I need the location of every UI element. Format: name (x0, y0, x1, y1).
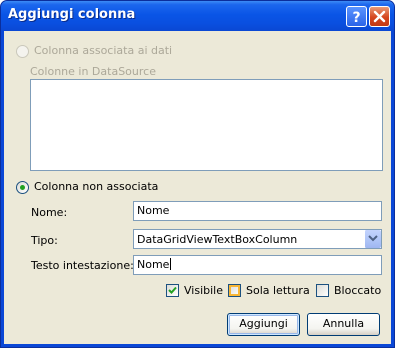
dialog-content: Colonna associata ai dati Colonne in Dat… (4, 31, 391, 344)
type-dropdown-button[interactable] (364, 230, 381, 248)
type-label: Tipo: (31, 234, 58, 247)
name-input[interactable]: Nome (133, 201, 382, 221)
header-text-label: Testo intestazione: (31, 259, 134, 272)
close-button[interactable] (369, 6, 390, 27)
window-title: Aggiungi colonna (8, 7, 136, 22)
checkmark-icon (168, 286, 177, 294)
datasource-columns-label: Colonne in DataSource (30, 65, 156, 78)
chevron-down-icon (368, 235, 378, 242)
visible-checkbox-label: Visibile (184, 284, 223, 297)
unbound-radio[interactable] (16, 181, 29, 194)
close-icon (373, 10, 386, 23)
name-label: Nome: (31, 206, 68, 219)
data-bound-radio[interactable] (16, 45, 29, 58)
svg-text:?: ? (352, 10, 360, 26)
text-caret (170, 258, 172, 270)
readonly-checkbox-label: Sola lettura (246, 284, 310, 297)
readonly-checkbox[interactable] (228, 284, 241, 297)
frozen-checkbox-label: Bloccato (334, 284, 382, 297)
title-bar[interactable]: Aggiungi colonna ? (1, 1, 394, 31)
unbound-radio-label: Colonna non associata (34, 180, 159, 193)
cancel-button[interactable]: Annulla (307, 313, 380, 336)
add-button[interactable]: Aggiungi (227, 313, 300, 336)
type-select-value: DataGridViewTextBoxColumn (137, 233, 298, 246)
datasource-columns-list[interactable] (30, 79, 383, 171)
visible-checkbox[interactable] (166, 284, 179, 297)
header-text-value: Nome (137, 258, 170, 271)
type-select[interactable]: DataGridViewTextBoxColumn (133, 229, 382, 249)
frozen-checkbox[interactable] (316, 284, 329, 297)
help-button[interactable]: ? (346, 6, 367, 27)
header-text-input[interactable]: Nome (133, 255, 382, 275)
help-icon: ? (352, 10, 360, 26)
dialog-window: Aggiungi colonna ? Colonna associata ai … (0, 0, 395, 348)
data-bound-radio-label: Colonna associata ai dati (34, 44, 173, 57)
